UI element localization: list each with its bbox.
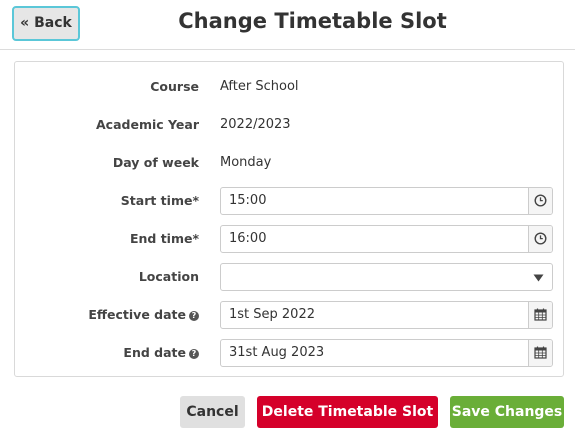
delete-timetable-slot-button[interactable]: Delete Timetable Slot » xyxy=(257,396,438,428)
location-label: Location xyxy=(138,269,199,284)
day-of-week-row: Day of week Monday xyxy=(15,148,563,178)
calendar-icon xyxy=(534,308,547,321)
question-circle-icon[interactable]: ? xyxy=(189,348,199,359)
effective-date-input[interactable]: 1st Sep 2022 xyxy=(220,301,553,329)
effective-date-value: 1st Sep 2022 xyxy=(229,307,315,322)
effective-date-picker-button[interactable] xyxy=(528,302,552,328)
course-value: After School xyxy=(220,79,299,94)
academic-year-value: 2022/2023 xyxy=(220,117,291,132)
start-time-row: Start time* 15:00 xyxy=(15,186,563,216)
academic-year-label: Academic Year xyxy=(96,117,199,132)
day-of-week-value: Monday xyxy=(220,155,272,170)
save-changes-button[interactable]: Save Changes xyxy=(450,396,564,428)
end-time-value: 16:00 xyxy=(229,231,267,246)
caret-down-icon xyxy=(533,274,544,282)
end-time-input[interactable]: 16:00 xyxy=(220,225,553,253)
course-row: Course After School xyxy=(15,72,563,102)
day-of-week-label: Day of week xyxy=(112,155,199,170)
question-circle-icon[interactable]: ? xyxy=(189,310,199,321)
end-time-label: End time* xyxy=(129,231,199,246)
start-time-value: 15:00 xyxy=(229,193,267,208)
end-date-value: 31st Aug 2023 xyxy=(229,345,325,360)
end-date-label: End date? xyxy=(123,338,199,368)
cancel-button[interactable]: Cancel xyxy=(180,396,245,428)
page-title: Change Timetable Slot xyxy=(178,9,447,33)
start-time-input[interactable]: 15:00 xyxy=(220,187,553,215)
academic-year-row: Academic Year 2022/2023 xyxy=(15,110,563,140)
calendar-icon xyxy=(534,346,547,359)
end-date-input[interactable]: 31st Aug 2023 xyxy=(220,339,553,367)
start-time-picker-button[interactable] xyxy=(528,188,552,214)
end-time-picker-button[interactable] xyxy=(528,226,552,252)
clock-icon xyxy=(534,232,547,245)
clock-icon xyxy=(534,194,547,207)
effective-date-row: Effective date? 1st Sep 2022 xyxy=(15,300,563,330)
effective-date-label: Effective date? xyxy=(88,300,199,330)
end-date-label-text: End date xyxy=(123,345,186,360)
effective-date-label-text: Effective date xyxy=(88,307,186,322)
location-select[interactable] xyxy=(220,263,553,291)
end-time-row: End time* 16:00 xyxy=(15,224,563,254)
end-date-row: End date? 31st Aug 2023 xyxy=(15,338,563,368)
end-date-picker-button[interactable] xyxy=(528,340,552,366)
start-time-label: Start time* xyxy=(120,193,199,208)
timetable-slot-form: Course After School Academic Year 2022/2… xyxy=(14,61,564,377)
location-row: Location xyxy=(15,262,563,292)
course-label: Course xyxy=(150,79,199,94)
page-header: « Back Change Timetable Slot xyxy=(0,0,575,50)
back-button[interactable]: « Back xyxy=(12,6,80,41)
